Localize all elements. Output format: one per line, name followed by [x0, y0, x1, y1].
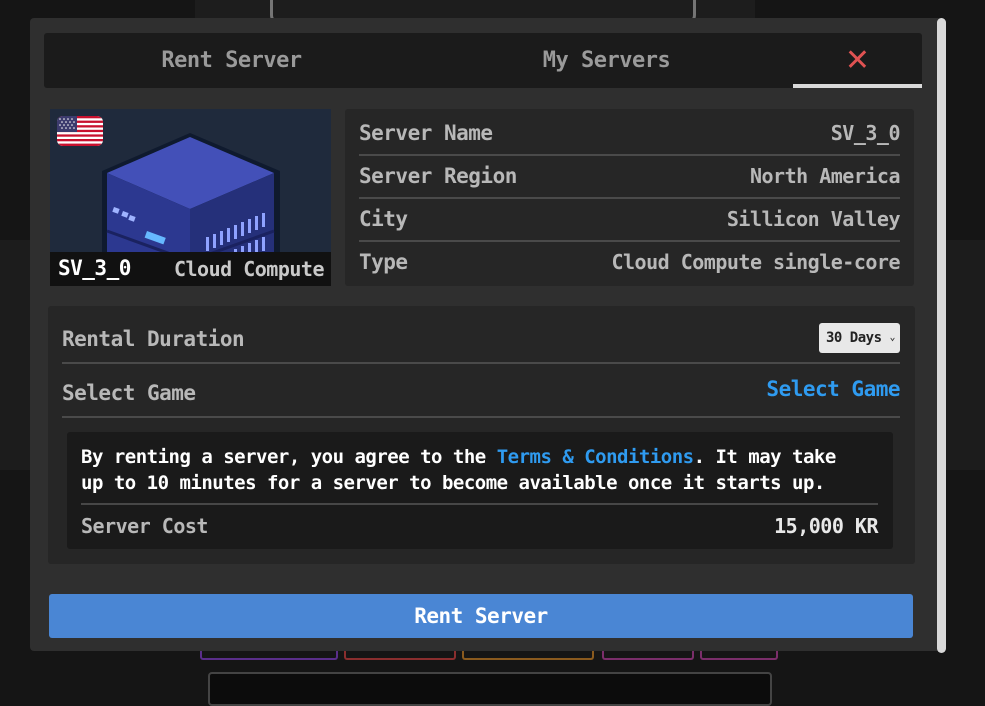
- detail-label: Type: [359, 250, 408, 274]
- server-card-kind: Cloud Compute: [173, 257, 325, 281]
- detail-row-type: Type Cloud Compute single-core: [359, 242, 900, 283]
- detail-row-server-name: Server Name SV_3_0: [359, 113, 901, 156]
- server-details-panel: Server Name SV_3_0 Server Region North A…: [345, 109, 914, 286]
- rental-duration-row: Rental Duration 30 Days ⌄: [62, 310, 900, 364]
- detail-value: SV_3_0: [830, 121, 901, 145]
- server-cost-label: Server Cost: [81, 514, 208, 538]
- server-card: SV_3_0 Cloud Compute: [50, 109, 331, 286]
- terms-box: By renting a server, you agree to the Te…: [67, 432, 893, 549]
- tab-my-servers[interactable]: My Servers: [419, 33, 794, 88]
- detail-value: Sillicon Valley: [726, 207, 901, 231]
- terms-conditions-link[interactable]: Terms & Conditions: [497, 446, 694, 468]
- chevron-down-icon: ⌄: [889, 332, 895, 343]
- scrollbar[interactable]: [937, 18, 946, 653]
- tab-rent-server[interactable]: Rent Server: [44, 33, 419, 88]
- detail-label: City: [359, 207, 408, 231]
- server-card-caption: SV_3_0 Cloud Compute: [50, 252, 331, 286]
- rent-server-button[interactable]: Rent Server: [49, 594, 913, 638]
- terms-prefix: By renting a server, you agree to the: [81, 446, 497, 468]
- divider: [81, 503, 878, 505]
- select-game-link[interactable]: Select Game: [766, 377, 900, 401]
- detail-label: Server Name: [359, 121, 493, 145]
- tab-bar: Rent Server My Servers ✕: [44, 33, 922, 88]
- select-game-label: Select Game: [62, 381, 196, 405]
- server-cost-value: 15,000 KR: [774, 514, 878, 538]
- background-bottom-bar: [208, 672, 772, 706]
- detail-label: Server Region: [359, 164, 517, 188]
- us-flag-icon: [57, 116, 103, 146]
- detail-value: North America: [749, 164, 901, 188]
- close-icon[interactable]: ✕: [793, 33, 922, 88]
- active-tab-indicator: [793, 84, 922, 88]
- detail-row-city: City Sillicon Valley: [359, 199, 901, 242]
- server-card-name: SV_3_0: [58, 256, 131, 280]
- terms-notice: By renting a server, you agree to the Te…: [81, 444, 851, 496]
- select-game-row: Select Game Select Game: [62, 364, 900, 418]
- detail-value: Cloud Compute single-core: [611, 250, 900, 274]
- detail-row-server-region: Server Region North America: [359, 156, 901, 199]
- rental-duration-value: 30 Days: [826, 330, 882, 346]
- rental-duration-label: Rental Duration: [62, 327, 245, 351]
- rental-duration-select[interactable]: 30 Days ⌄: [819, 323, 900, 353]
